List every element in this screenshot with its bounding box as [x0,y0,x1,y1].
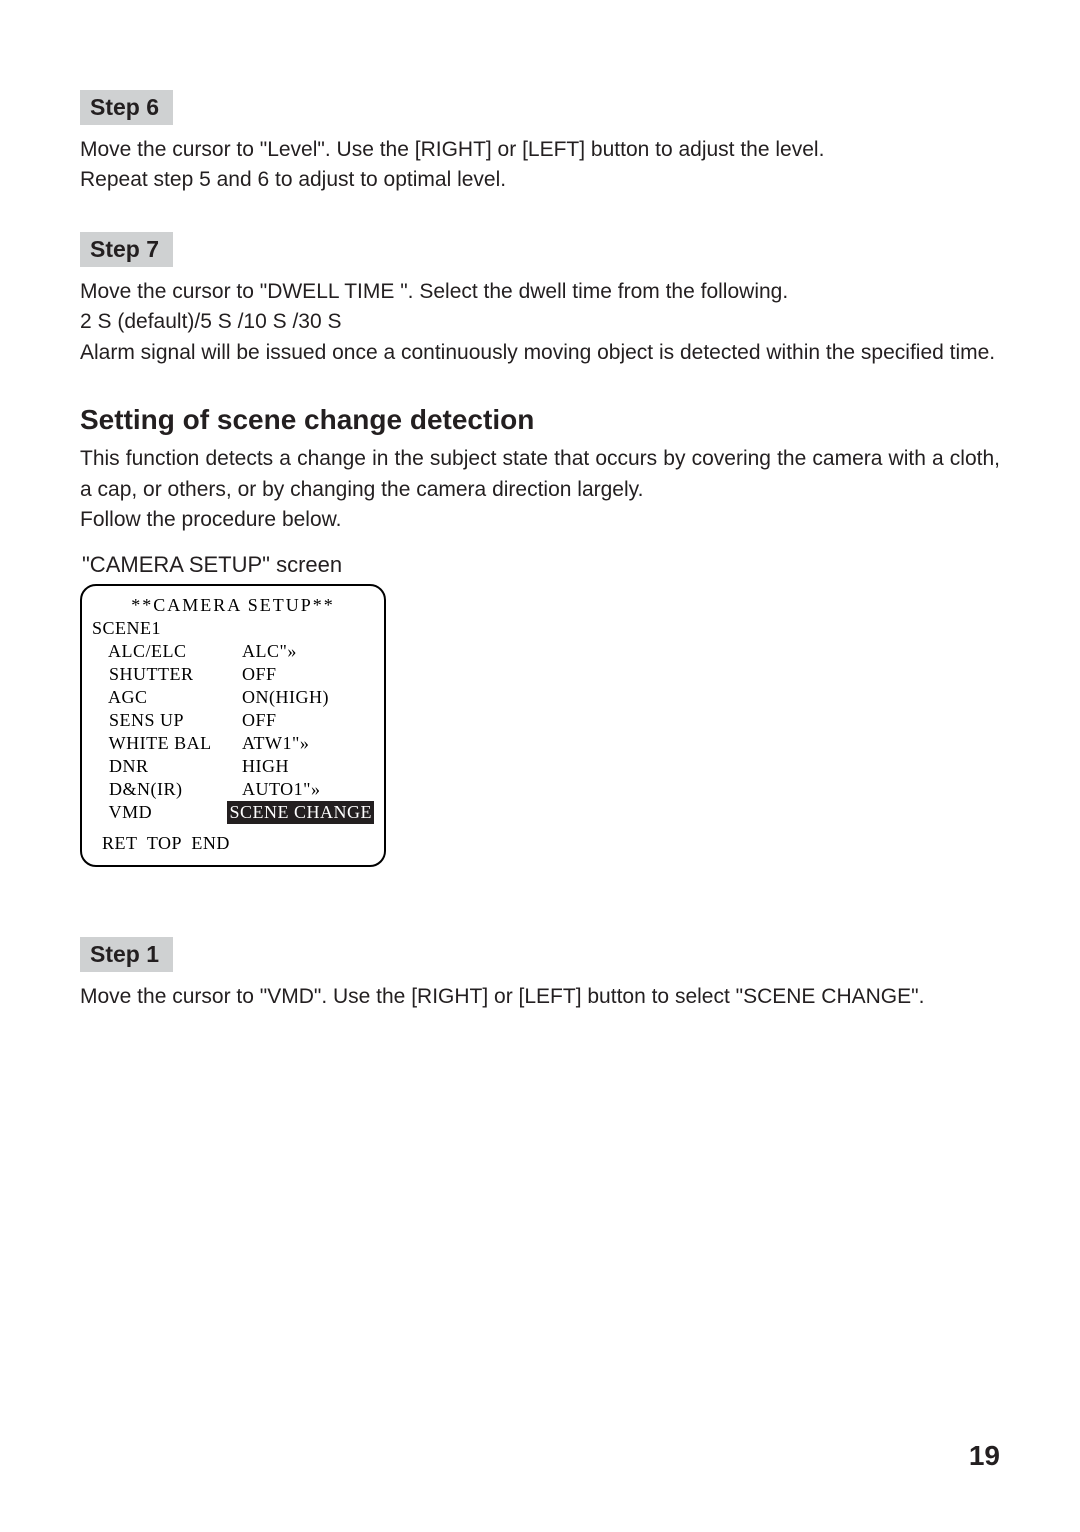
osd-key: VMD [92,801,227,824]
osd-row: ALC/ELCALC"» [92,640,374,663]
osd-key: SENS UP [92,709,242,732]
step-7-badge: Step 7 [80,232,173,267]
osd-val: OFF [242,709,277,732]
document-page: Step 6 Move the cursor to "Level". Use t… [0,0,1080,1012]
osd-row: VMDSCENE CHANGE [92,801,374,824]
osd-row: DNRHIGH [92,755,374,778]
step-1-block: Step 1 Move the cursor to "VMD". Use the… [80,937,1000,1012]
osd-val: ALC"» [242,640,297,663]
step-6-text: Move the cursor to "Level". Use the [RIG… [80,135,1000,196]
osd-key: SHUTTER [92,663,242,686]
step-1-text: Move the cursor to "VMD". Use the [RIGHT… [80,982,1000,1012]
osd-row: AGCON(HIGH) [92,686,374,709]
osd-footer: RET TOP END [92,832,374,855]
osd-key: WHITE BAL [92,732,242,755]
osd-val: OFF [242,663,277,686]
section-follow: Follow the procedure below. [80,505,1000,535]
osd-key: D&N(IR) [92,778,242,801]
osd-val-highlighted: SCENE CHANGE [227,801,374,824]
osd-row: WHITE BALATW1"» [92,732,374,755]
step-1-badge: Step 1 [80,937,173,972]
osd-title: **CAMERA SETUP** [92,594,374,617]
osd-val: ON(HIGH) [242,686,329,709]
screen-label: "CAMERA SETUP" screen [82,552,1000,578]
step-6-badge: Step 6 [80,90,173,125]
osd-scene: SCENE1 [92,617,242,640]
step-7-block: Step 7 Move the cursor to "DWELL TIME ".… [80,232,1000,368]
step-7-line-3: Alarm signal will be issued once a conti… [80,338,1000,368]
osd-row: SENS UPOFF [92,709,374,732]
osd-key: AGC [92,686,242,709]
osd-val: AUTO1"» [242,778,321,801]
section-heading: Setting of scene change detection [80,404,1000,436]
osd-val: HIGH [242,755,289,778]
section-intro: This function detects a change in the su… [80,444,1000,505]
osd-key: ALC/ELC [92,640,242,663]
osd-val: ATW1"» [242,732,309,755]
osd-row: D&N(IR)AUTO1"» [92,778,374,801]
osd-row: SHUTTEROFF [92,663,374,686]
page-number: 19 [969,1440,1000,1472]
step-6-block: Step 6 Move the cursor to "Level". Use t… [80,90,1000,196]
osd-key: DNR [92,755,242,778]
step-7-line-2: 2 S (default)/5 S /10 S /30 S [80,307,1000,337]
step-7-line-1: Move the cursor to "DWELL TIME ". Select… [80,277,1000,307]
camera-setup-osd: **CAMERA SETUP** SCENE1 ALC/ELCALC"» SHU… [80,584,386,867]
